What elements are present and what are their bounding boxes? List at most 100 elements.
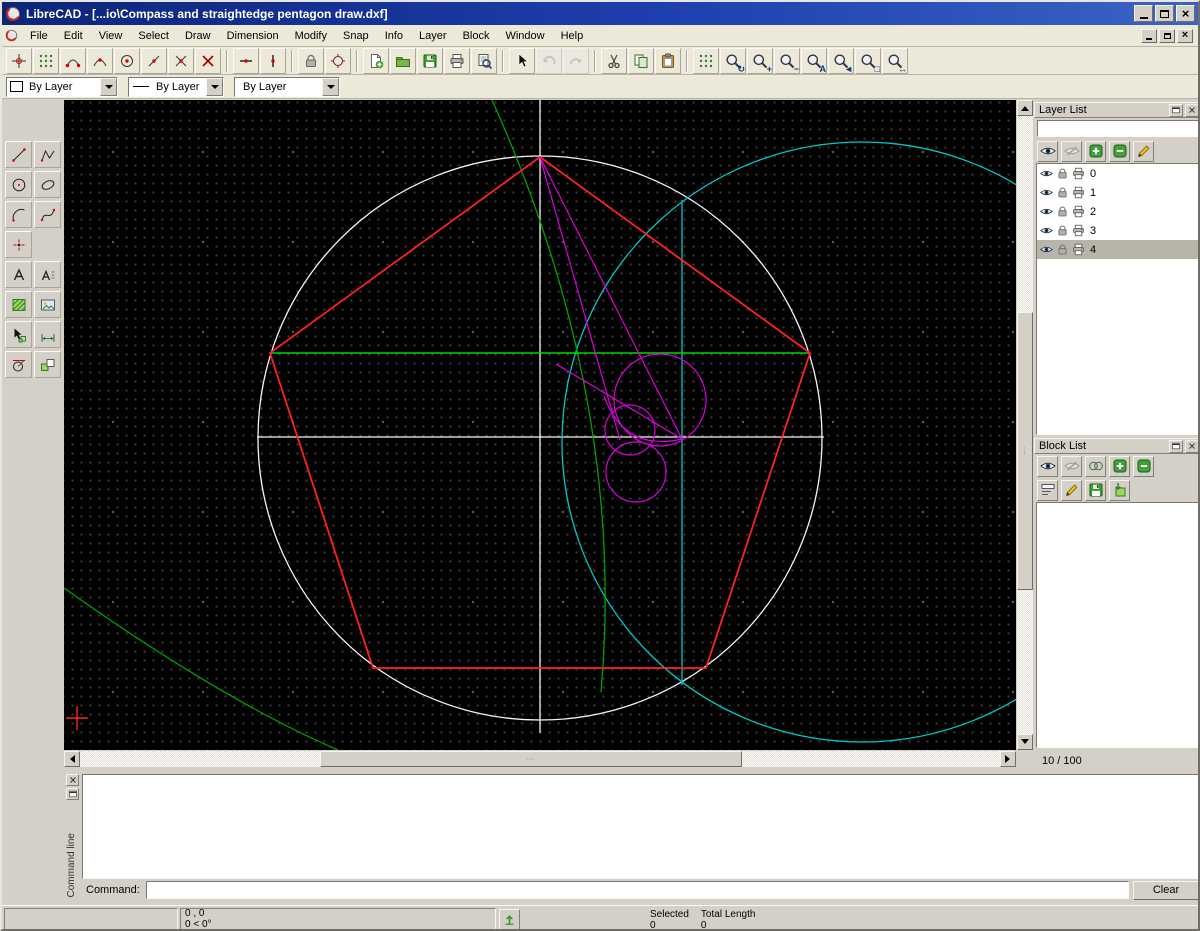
print-preview-button[interactable]: [471, 48, 497, 74]
print-button[interactable]: [444, 48, 470, 74]
menu-dimension[interactable]: Dimension: [219, 27, 287, 45]
menu-layer[interactable]: Layer: [411, 27, 455, 45]
zoom-pan-button[interactable]: ↔: [882, 48, 908, 74]
command-dock-close-button[interactable]: [66, 774, 79, 786]
snap-middle-button[interactable]: [141, 48, 167, 74]
layer-print-icon[interactable]: [1072, 186, 1085, 199]
layer-print-icon[interactable]: [1072, 167, 1085, 180]
layer-row[interactable]: 3: [1037, 221, 1199, 240]
hide-all-blocks-button[interactable]: [1061, 456, 1082, 477]
zoom-in-button[interactable]: +: [747, 48, 773, 74]
view-grid-button[interactable]: [693, 48, 719, 74]
add-layer-button[interactable]: [1085, 141, 1106, 162]
scroll-right-button[interactable]: [1000, 751, 1016, 767]
attributes-block-button[interactable]: [1037, 480, 1058, 501]
snap-on-entity-button[interactable]: [87, 48, 113, 74]
menu-snap[interactable]: Snap: [335, 27, 377, 45]
image-tool-button[interactable]: [34, 291, 61, 318]
close-button[interactable]: ×: [1176, 5, 1195, 22]
layer-row[interactable]: 4: [1037, 240, 1199, 259]
snap-free-button[interactable]: [6, 48, 32, 74]
combo-arrow-icon[interactable]: [100, 78, 117, 96]
layer-lock-icon[interactable]: [1056, 167, 1069, 180]
command-input[interactable]: [146, 881, 1129, 899]
mtext-tool-button[interactable]: [34, 261, 61, 288]
show-all-blocks-button[interactable]: [1037, 456, 1058, 477]
mouse-hints-button[interactable]: [499, 909, 520, 930]
ellipse-tool-button[interactable]: [34, 171, 61, 198]
combo-arrow-icon[interactable]: [206, 78, 223, 96]
pen-linetype-combo[interactable]: By Layer: [234, 77, 340, 97]
snap-center-button[interactable]: [114, 48, 140, 74]
scroll-up-button[interactable]: [1017, 100, 1033, 116]
layer-lock-icon[interactable]: [1056, 205, 1069, 218]
minimize-button[interactable]: [1134, 5, 1153, 22]
mdi-restore-button[interactable]: [1159, 29, 1175, 43]
select-pointer-button[interactable]: [509, 48, 535, 74]
circle-tool-button[interactable]: [5, 171, 32, 198]
snap-endpoint-button[interactable]: [60, 48, 86, 74]
layer-visible-icon[interactable]: [1040, 243, 1053, 256]
menu-modify[interactable]: Modify: [287, 27, 335, 45]
set-relative-zero-button[interactable]: [325, 48, 351, 74]
redo-button[interactable]: [563, 48, 589, 74]
snap-grid-button[interactable]: [33, 48, 59, 74]
pen-color-combo[interactable]: By Layer: [6, 77, 118, 97]
zoom-window-button[interactable]: □: [855, 48, 881, 74]
layer-row[interactable]: 2: [1037, 202, 1199, 221]
green-corner-arc[interactable]: [64, 588, 338, 750]
layer-print-icon[interactable]: [1072, 205, 1085, 218]
restrict-horizontal-button[interactable]: [233, 48, 259, 74]
combo-arrow-icon[interactable]: [322, 78, 339, 96]
restrict-nothing-button[interactable]: [195, 48, 221, 74]
layer-lock-icon[interactable]: [1056, 243, 1069, 256]
layer-visible-icon[interactable]: [1040, 205, 1053, 218]
zoom-redraw-button[interactable]: ↻: [720, 48, 746, 74]
modify-layer-button[interactable]: [1133, 141, 1154, 162]
edit-block-button[interactable]: [1061, 480, 1082, 501]
save-file-button[interactable]: [417, 48, 443, 74]
copy-button[interactable]: [628, 48, 654, 74]
insert-block-button[interactable]: [1109, 480, 1130, 501]
menu-window[interactable]: Window: [497, 27, 552, 45]
hide-all-layers-button[interactable]: [1061, 141, 1082, 162]
command-dock-float-button[interactable]: [66, 788, 79, 800]
menu-file[interactable]: File: [22, 27, 56, 45]
menu-info[interactable]: Info: [377, 27, 411, 45]
new-file-button[interactable]: [363, 48, 389, 74]
remove-layer-button[interactable]: [1109, 141, 1130, 162]
layer-filter-input[interactable]: [1037, 120, 1199, 137]
arc-tool-button[interactable]: [5, 201, 32, 228]
mdi-close-button[interactable]: ×: [1177, 29, 1193, 43]
layer-panel-close-button[interactable]: [1185, 104, 1199, 117]
zoom-out-button[interactable]: −: [774, 48, 800, 74]
line-tool-button[interactable]: [5, 141, 32, 168]
open-file-button[interactable]: [390, 48, 416, 74]
add-block-button[interactable]: [1109, 456, 1130, 477]
info-tool-button[interactable]: [5, 351, 32, 378]
undo-button[interactable]: [536, 48, 562, 74]
mdi-minimize-button[interactable]: [1141, 29, 1157, 43]
layer-lock-icon[interactable]: [1056, 186, 1069, 199]
menu-help[interactable]: Help: [553, 27, 592, 45]
layer-panel-float-button[interactable]: [1169, 104, 1183, 117]
layer-print-icon[interactable]: [1072, 243, 1085, 256]
remove-block-button[interactable]: [1133, 456, 1154, 477]
layer-row[interactable]: 0: [1037, 164, 1199, 183]
scroll-left-button[interactable]: [64, 751, 80, 767]
text-tool-button[interactable]: [5, 261, 32, 288]
canvas-horizontal-scrollbar[interactable]: ⋯: [64, 751, 1016, 767]
layer-print-icon[interactable]: [1072, 224, 1085, 237]
modify-tool-button[interactable]: [5, 321, 32, 348]
menu-select[interactable]: Select: [130, 27, 177, 45]
point-tool-button[interactable]: [5, 231, 32, 258]
zoom-auto-button[interactable]: A: [801, 48, 827, 74]
menu-view[interactable]: View: [91, 27, 131, 45]
save-block-button[interactable]: [1085, 480, 1106, 501]
menu-block[interactable]: Block: [455, 27, 498, 45]
restrict-vertical-button[interactable]: [260, 48, 286, 74]
cut-button[interactable]: [601, 48, 627, 74]
block-panel-float-button[interactable]: [1169, 440, 1183, 453]
magenta-construction[interactable]: [540, 157, 706, 502]
vertical-scroll-thumb[interactable]: ⋮: [1017, 312, 1033, 590]
